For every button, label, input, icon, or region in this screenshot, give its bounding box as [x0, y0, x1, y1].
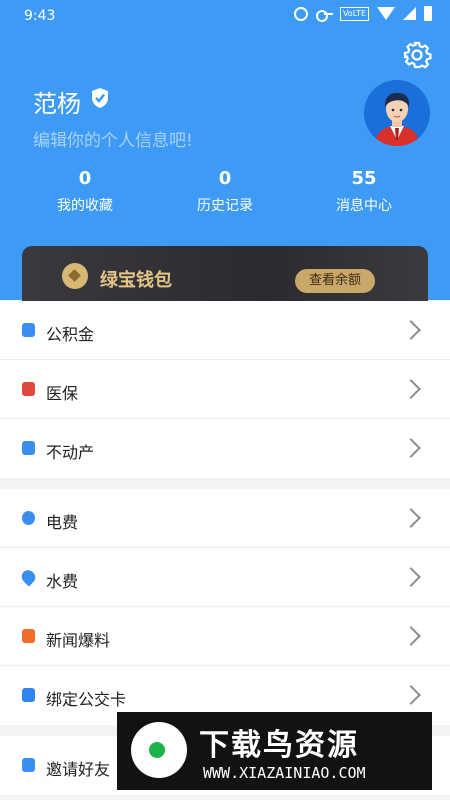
status-bar: 9:43 VoLTE: [0, 0, 450, 34]
shield-check-icon: [92, 88, 108, 108]
medical-icon: [22, 382, 35, 396]
stat-label: 历史记录: [197, 198, 253, 214]
wallet-card[interactable]: 绿宝钱包 查看余额: [22, 246, 428, 301]
chevron-right-icon: [401, 438, 421, 458]
fund-icon: [22, 323, 35, 337]
stat-history[interactable]: 0 历史记录: [170, 168, 280, 215]
chevron-right-icon: [401, 508, 421, 528]
stat-value: 0: [218, 168, 232, 189]
news-icon: [22, 629, 35, 643]
menu-group-utilities: 电费 水费 新闻爆料 绑定公交卡: [0, 489, 450, 725]
alarm-icon: [293, 6, 308, 21]
menu-item-label: 医保: [46, 384, 79, 403]
menu-item-label: 水费: [46, 572, 79, 591]
chevron-right-icon: [401, 626, 421, 646]
edit-profile-hint[interactable]: 编辑你的个人信息吧!: [33, 126, 193, 151]
stat-favorites[interactable]: 0 我的收藏: [30, 168, 140, 215]
stat-value: 55: [351, 168, 377, 189]
stat-value: 0: [78, 168, 92, 189]
profile-header: 9:43 VoLTE 范杨 编辑你的个人信息吧! 0 我的收藏 0 历史记录 5…: [0, 0, 450, 301]
battery-icon: [424, 6, 432, 21]
status-time: 9:43: [24, 8, 56, 24]
chevron-right-icon: [401, 685, 421, 705]
stat-label: 我的收藏: [57, 198, 113, 214]
coin-icon: [62, 263, 88, 289]
card-icon: [22, 688, 35, 702]
avatar[interactable]: [364, 80, 430, 146]
menu-item-label: 不动产: [46, 443, 95, 462]
drop-icon: [18, 567, 39, 587]
invite-icon: [22, 758, 35, 772]
stat-messages[interactable]: 55 消息中心: [309, 168, 419, 215]
menu-group-services: 公积金 医保 不动产: [0, 301, 450, 478]
menu-item-news-tip[interactable]: 新闻爆料: [0, 607, 450, 666]
chevron-right-icon: [401, 320, 421, 340]
gear-icon[interactable]: [402, 40, 432, 70]
building-icon: [22, 441, 35, 455]
stats-bar: 0 我的收藏 0 历史记录 55 消息中心: [0, 168, 450, 220]
bird-logo-icon: [131, 722, 187, 778]
menu-item-housing-fund[interactable]: 公积金: [0, 301, 450, 360]
chevron-right-icon: [401, 567, 421, 587]
wallet-title: 绿宝钱包: [100, 270, 172, 291]
watermark-banner: 下载鸟资源 WWW.XIAZAINIAO.COM: [117, 712, 432, 790]
menu-item-label: 邀请好友: [46, 760, 111, 779]
menu-item-electricity[interactable]: 电费: [0, 489, 450, 548]
key-icon: [315, 9, 333, 22]
bolt-icon: [22, 511, 35, 525]
menu-item-real-estate[interactable]: 不动产: [0, 419, 450, 478]
user-name[interactable]: 范杨: [33, 84, 81, 119]
menu-item-label: 绑定公交卡: [46, 690, 127, 709]
watermark-url: WWW.XIAZAINIAO.COM: [203, 764, 366, 782]
status-icons: VoLTE: [293, 6, 432, 22]
volte-icon: VoLTE: [339, 6, 369, 21]
menu-item-label: 新闻爆料: [46, 631, 111, 650]
stat-label: 消息中心: [336, 198, 392, 214]
menu-item-label: 电费: [46, 513, 79, 532]
wifi-icon: [377, 7, 395, 20]
menu-item-label: 公积金: [46, 325, 95, 344]
chevron-right-icon: [401, 379, 421, 399]
menu-item-water[interactable]: 水费: [0, 548, 450, 607]
check-balance-button[interactable]: 查看余额: [295, 269, 375, 293]
signal-icon: [403, 7, 416, 20]
menu-item-medical-insurance[interactable]: 医保: [0, 360, 450, 419]
watermark-title: 下载鸟资源: [199, 728, 359, 763]
